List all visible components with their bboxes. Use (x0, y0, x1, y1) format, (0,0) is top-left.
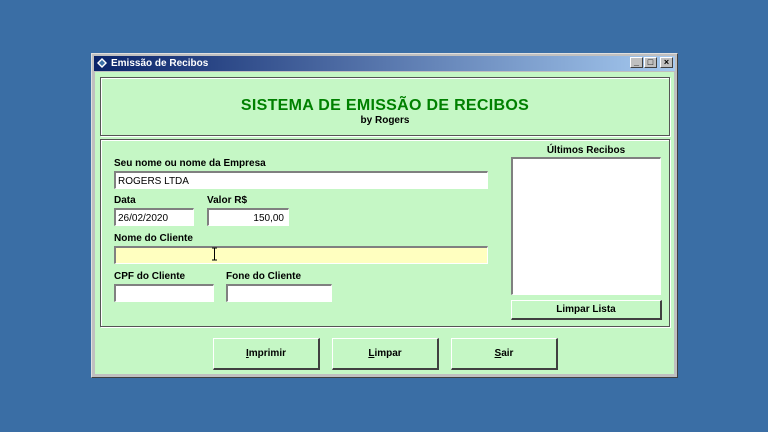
client-name-field[interactable] (114, 246, 488, 264)
value-label: Valor R$ (207, 195, 248, 206)
receipts-label: Últimos Recibos (546, 145, 626, 156)
phone-field[interactable] (226, 284, 332, 302)
system-subtitle: by Rogers (360, 115, 410, 126)
clear-button[interactable]: Limpar (332, 338, 439, 370)
system-title: SISTEMA DE EMISSÃO DE RECIBOS (240, 97, 530, 114)
exit-accel: S (494, 348, 502, 359)
company-field[interactable] (114, 171, 488, 189)
text-cursor-icon (212, 247, 217, 261)
form-client-area: SISTEMA DE EMISSÃO DE RECIBOS by Rogers … (95, 72, 674, 374)
print-button[interactable]: Imprimir (213, 338, 320, 370)
date-label: Data (114, 195, 136, 206)
title-bar[interactable]: Emissão de Recibos _ □ × (94, 56, 675, 71)
minimize-button[interactable]: _ (630, 57, 643, 68)
exit-label: air (501, 348, 514, 359)
company-label: Seu nome ou nome da Empresa (114, 158, 266, 169)
main-panel: Seu nome ou nome da Empresa Data Valor R… (100, 139, 670, 327)
close-button[interactable]: × (660, 57, 673, 68)
receipts-list[interactable] (511, 157, 661, 295)
client-name-label: Nome do Cliente (114, 233, 193, 244)
exit-button[interactable]: Sair (451, 338, 558, 370)
maximize-button[interactable]: □ (644, 57, 657, 68)
app-window: Emissão de Recibos _ □ × SISTEMA DE EMIS… (91, 53, 678, 378)
cpf-label: CPF do Cliente (114, 271, 186, 282)
print-label: mprimir (248, 348, 286, 359)
date-field[interactable] (114, 208, 194, 226)
cpf-field[interactable] (114, 284, 214, 302)
phone-label: Fone do Cliente (226, 271, 301, 282)
clear-list-button[interactable]: Limpar Lista (511, 300, 662, 320)
clear-label: impar (374, 348, 402, 359)
value-field[interactable] (207, 208, 289, 226)
header-panel: SISTEMA DE EMISSÃO DE RECIBOS by Rogers (100, 77, 670, 136)
app-icon (97, 58, 107, 68)
window-title: Emissão de Recibos (111, 58, 209, 69)
